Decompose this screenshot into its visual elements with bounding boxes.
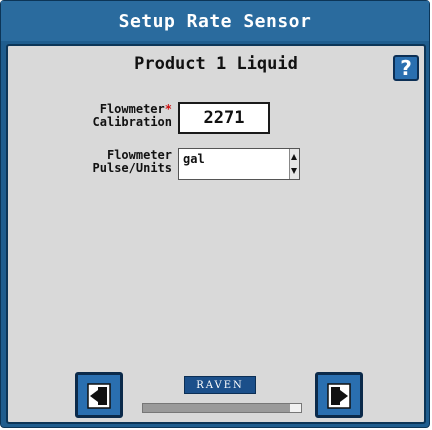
- product-panel: Product 1 Liquid ? Flowmeter* Calibratio…: [6, 44, 426, 424]
- next-arrow-icon: [327, 383, 351, 409]
- pulse-units-value: gal: [183, 152, 205, 166]
- product-title: Product 1 Liquid: [134, 54, 298, 74]
- calibration-label: Flowmeter* Calibration: [92, 102, 172, 129]
- setup-rate-sensor-window: Setup Rate Sensor Product 1 Liquid ? Flo…: [0, 0, 430, 428]
- window-title: Setup Rate Sensor: [1, 1, 429, 41]
- spin-down-icon[interactable]: [291, 168, 297, 174]
- calibration-input[interactable]: 2271: [178, 102, 270, 134]
- raven-logo: RAVEN: [184, 376, 256, 394]
- units-spinner[interactable]: [289, 149, 299, 179]
- pulse-units-select[interactable]: gal: [178, 148, 300, 180]
- pulse-units-label: Flowmeter Pulse/Units: [92, 148, 172, 175]
- question-mark-icon: ?: [400, 56, 412, 80]
- spin-up-icon[interactable]: [291, 154, 297, 160]
- back-arrow-icon: [87, 383, 111, 409]
- help-button[interactable]: ?: [393, 55, 419, 81]
- progress-bar: [142, 403, 302, 413]
- progress-fill: [143, 404, 290, 412]
- required-marker: *: [164, 102, 172, 116]
- back-button[interactable]: [75, 372, 123, 418]
- next-button[interactable]: [315, 372, 363, 418]
